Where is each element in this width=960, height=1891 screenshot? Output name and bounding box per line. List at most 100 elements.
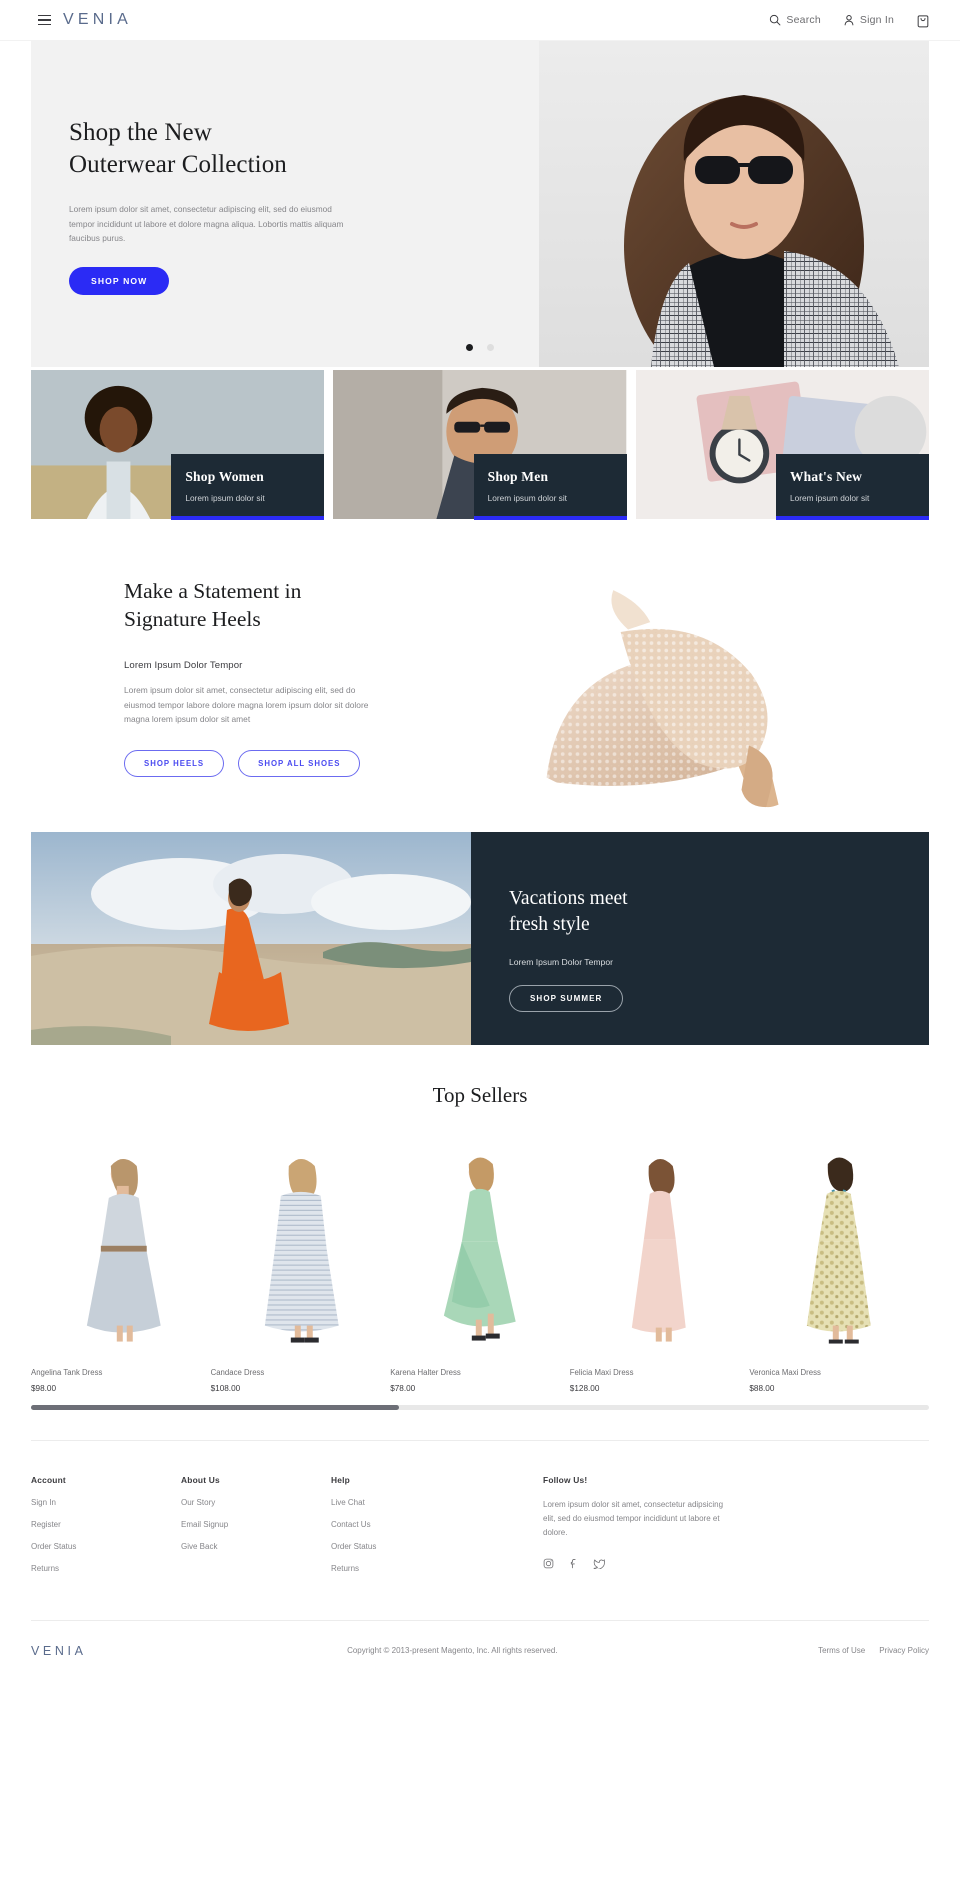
top-sellers-list: Angelina Tank Dress $98.00 Candace Dress… xyxy=(31,1149,929,1393)
category-panel-whats-new: What's New Lorem ipsum dolor sit xyxy=(775,454,929,520)
shop-summer-button[interactable]: SHOP SUMMER xyxy=(509,985,624,1013)
category-subtitle: Lorem ipsum dolor sit xyxy=(487,493,567,503)
footer-heading: Help xyxy=(331,1474,350,1485)
search-button[interactable]: Search xyxy=(769,14,821,26)
footer-heading: Follow Us! xyxy=(543,1474,588,1485)
category-title: Shop Men xyxy=(487,469,549,484)
hamburger-icon[interactable] xyxy=(38,14,51,26)
footer-heading: About Us xyxy=(181,1474,220,1485)
category-subtitle: Lorem ipsum dolor sit xyxy=(185,493,265,503)
footer-divider xyxy=(31,1439,929,1441)
scrollbar-thumb[interactable] xyxy=(31,1404,400,1410)
category-cards: Shop Women Lorem ipsum dolor sit Shop Me… xyxy=(31,370,929,520)
footer-link-returns[interactable]: Returns xyxy=(331,1564,481,1573)
heels-buttons: SHOP HEELS SHOP ALL SHOES xyxy=(124,749,411,777)
product-image xyxy=(569,1149,750,1350)
hero-image xyxy=(539,41,929,367)
heels-kicker: Lorem Ipsum Dolor Tempor xyxy=(124,659,243,671)
category-card-whats-new[interactable]: What's New Lorem ipsum dolor sit xyxy=(635,370,929,520)
hero-shop-now-button[interactable]: SHOP NOW xyxy=(69,266,170,295)
heels-copy: Make a Statement in Signature Heels Lore… xyxy=(31,566,411,777)
hero-title: Shop the New Outerwear Collection xyxy=(69,119,287,178)
product-card[interactable]: Karena Halter Dress $78.00 xyxy=(390,1149,570,1393)
twitter-icon[interactable] xyxy=(593,1556,606,1574)
instagram-icon[interactable] xyxy=(543,1556,554,1574)
product-card[interactable]: Angelina Tank Dress $98.00 xyxy=(31,1149,211,1393)
product-image xyxy=(210,1149,391,1350)
legal-links: Terms of Use Privacy Policy xyxy=(818,1646,929,1655)
facebook-icon[interactable] xyxy=(568,1556,579,1574)
vacation-image xyxy=(31,831,471,1045)
carousel-dot-2[interactable] xyxy=(487,344,494,351)
product-image xyxy=(749,1149,929,1350)
footer-link-live-chat[interactable]: Live Chat xyxy=(331,1498,481,1507)
product-price: $98.00 xyxy=(31,1383,57,1393)
footer-logo[interactable]: VENIA xyxy=(31,1644,87,1658)
site-footer: Account Sign In Register Order Status Re… xyxy=(31,1475,929,1574)
vacation-subtitle: Lorem Ipsum Dolor Tempor xyxy=(509,957,613,968)
product-name: Veronica Maxi Dress xyxy=(749,1367,821,1377)
footer-link-order-status[interactable]: Order Status xyxy=(331,1542,481,1551)
hero-banner: Shop the New Outerwear Collection Lorem … xyxy=(31,41,929,367)
footer-follow-text: Lorem ipsum dolor sit amet, consectetur … xyxy=(543,1499,724,1537)
site-logo[interactable]: VENIA xyxy=(63,11,132,29)
footer-link-sign-in[interactable]: Sign In xyxy=(31,1498,181,1507)
product-price: $108.00 xyxy=(210,1383,241,1393)
footer-link-contact-us[interactable]: Contact Us xyxy=(331,1520,481,1529)
product-name: Karena Halter Dress xyxy=(390,1367,461,1377)
carousel-dot-1[interactable] xyxy=(466,344,473,351)
hero-carousel-dots xyxy=(31,344,929,351)
vacation-title: Vacations meet fresh style xyxy=(509,887,628,935)
search-label: Search xyxy=(786,14,821,26)
product-card[interactable]: Veronica Maxi Dress $88.00 xyxy=(749,1149,929,1393)
footer-link-order-status[interactable]: Order Status xyxy=(31,1542,181,1551)
terms-of-use-link[interactable]: Terms of Use xyxy=(818,1646,865,1655)
footer-link-email-signup[interactable]: Email Signup xyxy=(181,1520,331,1529)
signin-button[interactable]: Sign In xyxy=(843,14,894,26)
product-price: $88.00 xyxy=(749,1383,775,1393)
cart-button[interactable] xyxy=(916,13,930,28)
footer-link-returns[interactable]: Returns xyxy=(31,1564,181,1573)
social-links xyxy=(543,1556,733,1574)
product-image xyxy=(390,1149,570,1350)
footer-column-account: Account Sign In Register Order Status Re… xyxy=(31,1475,181,1574)
search-icon xyxy=(769,14,781,26)
privacy-policy-link[interactable]: Privacy Policy xyxy=(879,1646,929,1655)
product-image xyxy=(31,1149,211,1350)
user-icon xyxy=(843,14,855,26)
heels-body: Lorem ipsum dolor sit amet, consectetur … xyxy=(124,684,369,725)
footer-heading: Account xyxy=(31,1474,66,1485)
footer-link-our-story[interactable]: Our Story xyxy=(181,1498,331,1507)
vacation-banner: Vacations meet fresh style Lorem Ipsum D… xyxy=(31,831,929,1045)
footer-column-follow-us: Follow Us! Lorem ipsum dolor sit amet, c… xyxy=(543,1475,733,1574)
product-name: Felicia Maxi Dress xyxy=(569,1367,634,1377)
shop-heels-button[interactable]: SHOP HEELS xyxy=(124,749,225,777)
heels-section: Make a Statement in Signature Heels Lore… xyxy=(31,558,929,811)
product-price: $128.00 xyxy=(569,1383,600,1393)
footer-link-register[interactable]: Register xyxy=(31,1520,181,1529)
product-card[interactable]: Candace Dress $108.00 xyxy=(210,1149,391,1393)
vacation-panel: Vacations meet fresh style Lorem Ipsum D… xyxy=(471,831,929,1045)
signin-label: Sign In xyxy=(859,14,894,26)
header-right-group: Search Sign In xyxy=(769,13,930,28)
heels-image xyxy=(411,558,929,811)
hero-description: Lorem ipsum dolor sit amet, consectetur … xyxy=(69,204,344,244)
shop-all-shoes-button[interactable]: SHOP ALL SHOES xyxy=(238,749,361,777)
product-name: Candace Dress xyxy=(210,1367,265,1377)
category-title: Shop Women xyxy=(185,469,264,484)
footer-link-give-back[interactable]: Give Back xyxy=(181,1542,331,1551)
bottom-bar: VENIA Copyright © 2013-present Magento, … xyxy=(31,1621,929,1681)
hero-copy: Shop the New Outerwear Collection Lorem … xyxy=(69,117,379,295)
category-subtitle: Lorem ipsum dolor sit xyxy=(789,493,870,503)
category-card-men[interactable]: Shop Men Lorem ipsum dolor sit xyxy=(333,370,627,520)
product-card[interactable]: Felicia Maxi Dress $128.00 xyxy=(569,1149,750,1393)
product-carousel-scrollbar[interactable] xyxy=(31,1404,929,1410)
footer-column-about-us: About Us Our Story Email Signup Give Bac… xyxy=(181,1475,331,1574)
top-sellers-heading: Top Sellers xyxy=(432,1082,528,1107)
category-panel-women: Shop Women Lorem ipsum dolor sit xyxy=(171,454,325,520)
category-card-women[interactable]: Shop Women Lorem ipsum dolor sit xyxy=(31,370,325,520)
footer-column-help: Help Live Chat Contact Us Order Status R… xyxy=(331,1475,481,1574)
site-header: VENIA Search Sign In xyxy=(0,0,960,41)
header-left-group: VENIA xyxy=(38,11,132,29)
product-price: $78.00 xyxy=(390,1383,416,1393)
